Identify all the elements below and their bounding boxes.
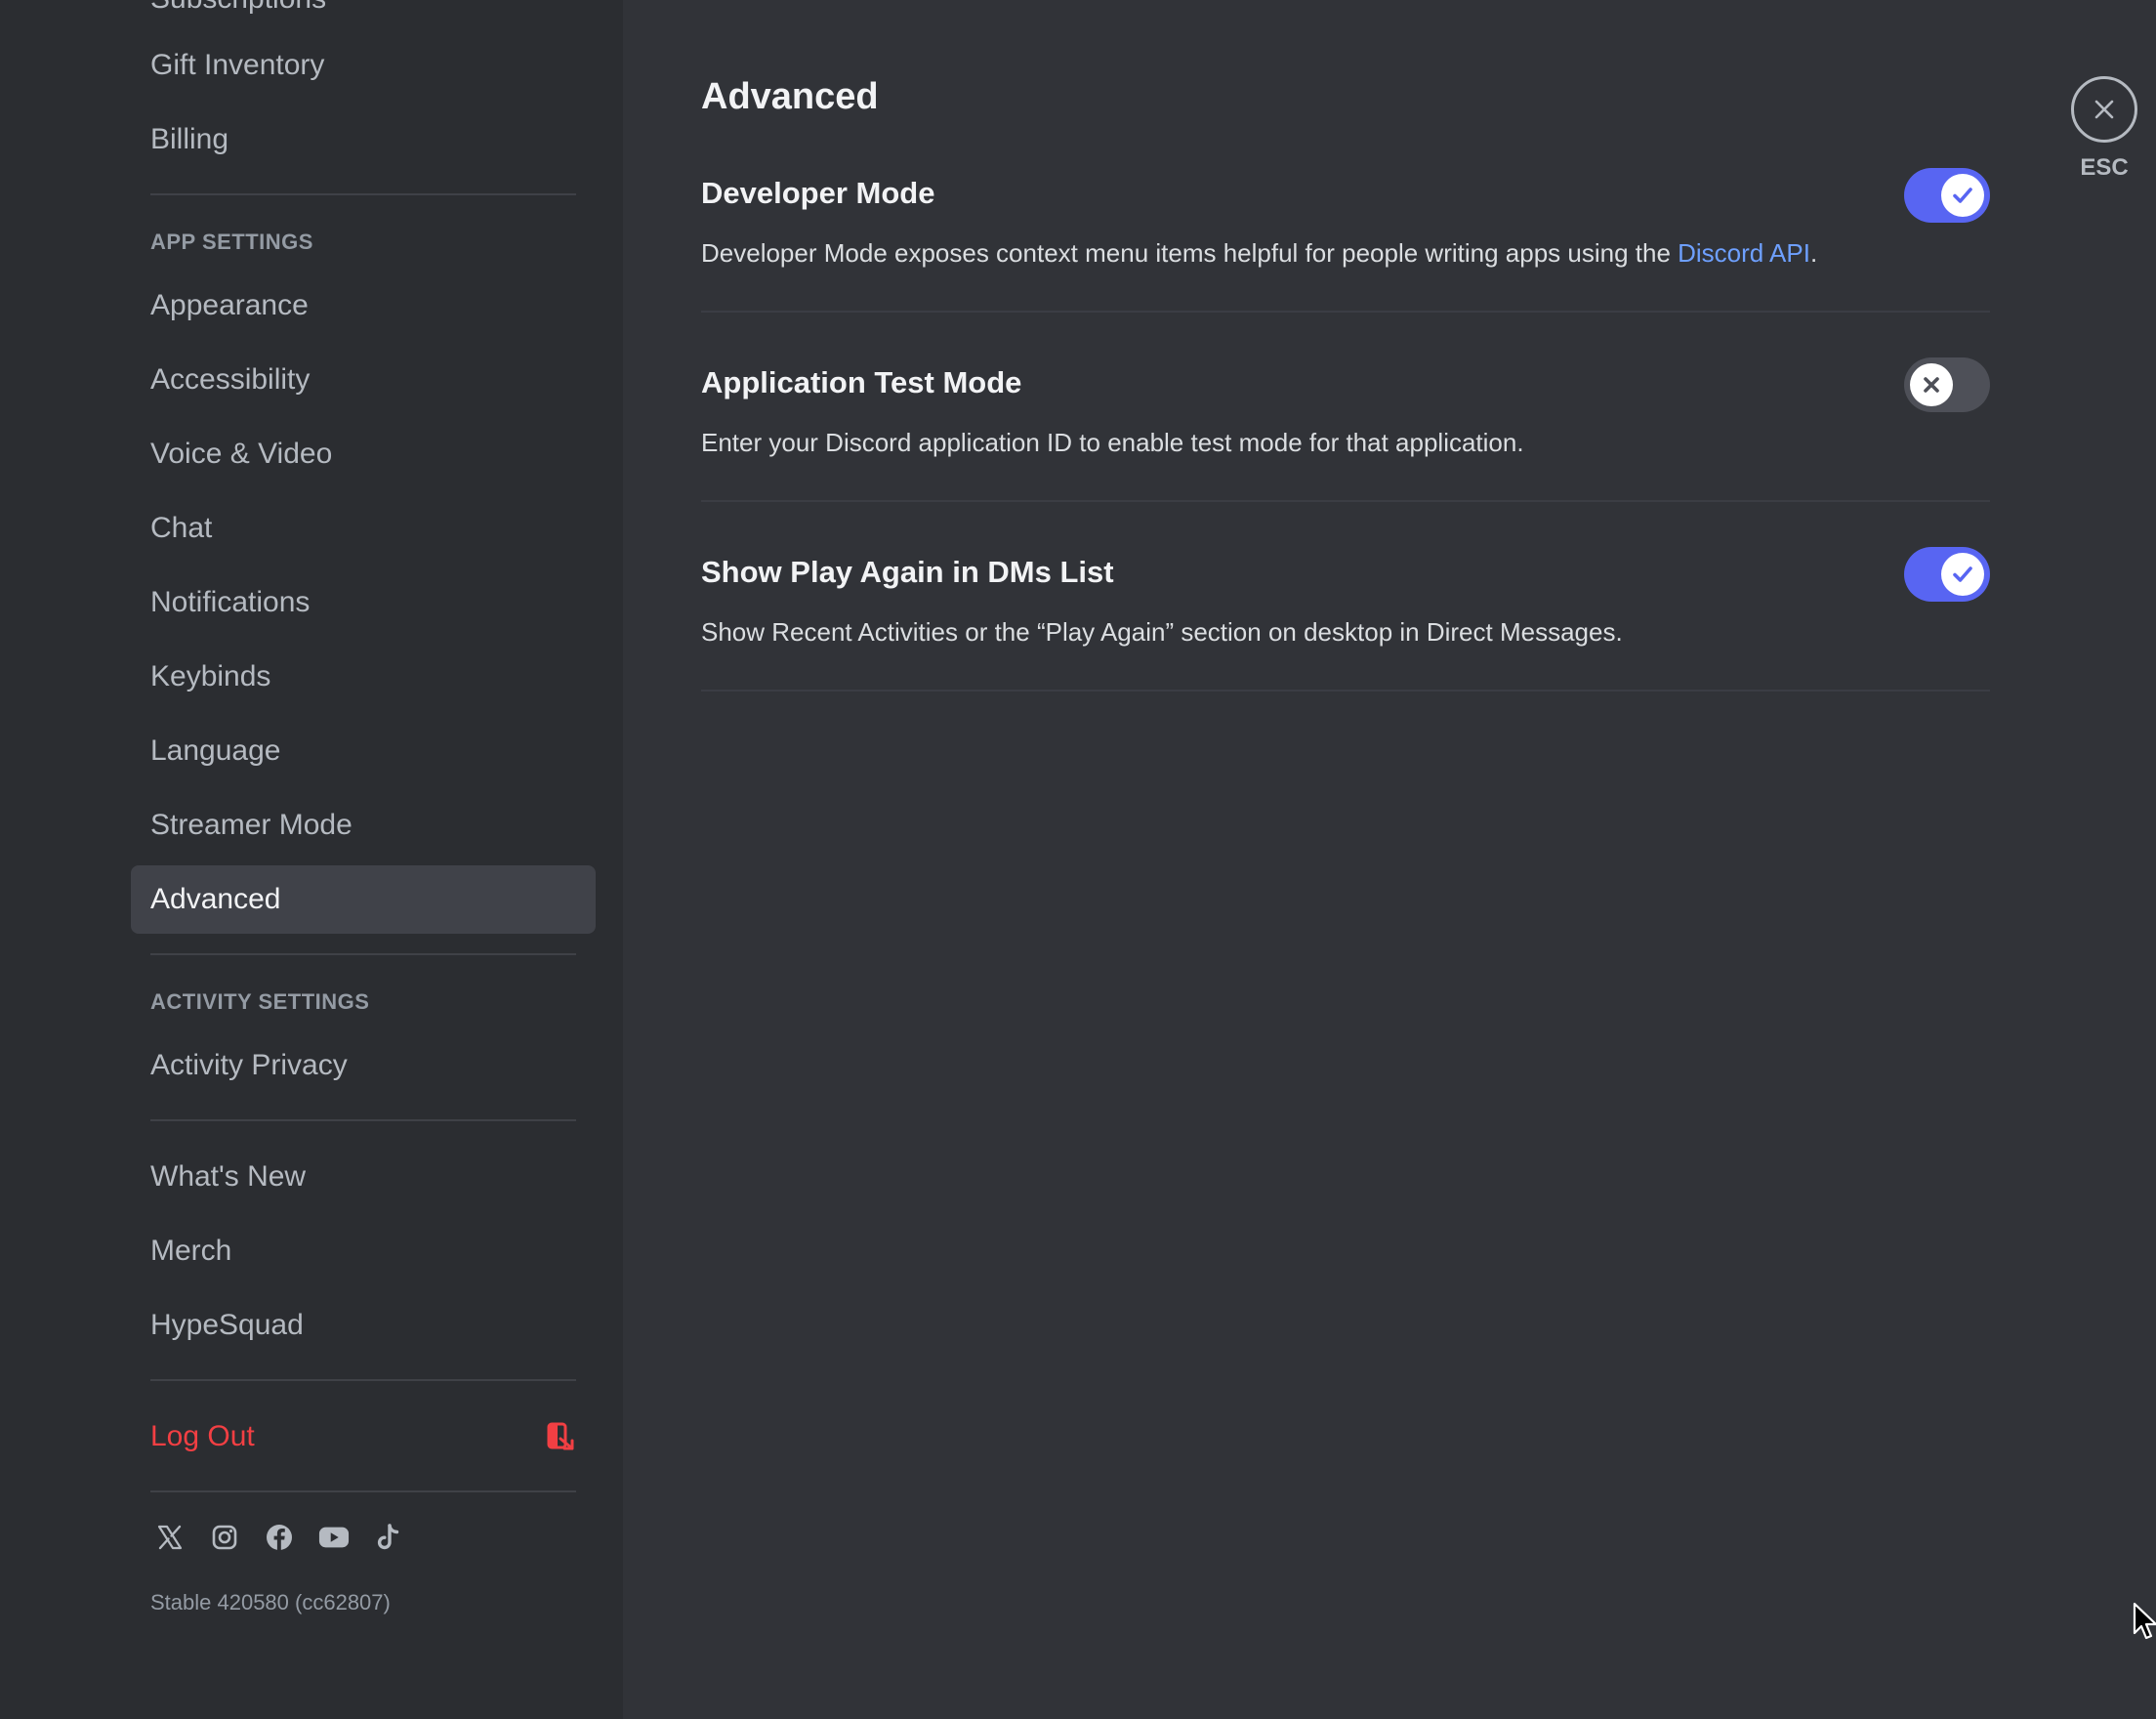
sidebar-item-notifications[interactable]: Notifications — [131, 568, 596, 637]
developer-mode-toggle[interactable] — [1904, 168, 1990, 223]
sidebar-item-streamer-mode[interactable]: Streamer Mode — [131, 791, 596, 860]
sidebar-divider — [150, 953, 576, 955]
check-icon — [1949, 182, 1976, 209]
setting-title: Developer Mode — [701, 176, 935, 210]
sidebar-divider — [150, 193, 576, 195]
logout-button[interactable]: Log Out — [131, 1403, 596, 1471]
check-icon — [1949, 561, 1976, 588]
sidebar-nav: Subscriptions Gift Inventory Billing APP… — [131, 0, 596, 1615]
setting-title: Application Test Mode — [701, 365, 1022, 399]
mouse-cursor-icon — [2133, 1602, 2156, 1643]
setting-application-test-mode: Application Test Mode Enter your Discord… — [701, 357, 1990, 502]
instagram-icon[interactable] — [209, 1522, 240, 1553]
sidebar-item-accessibility[interactable]: Accessibility — [131, 346, 596, 414]
sidebar-item-keybinds[interactable]: Keybinds — [131, 643, 596, 711]
setting-description-suffix: . — [1809, 238, 1818, 268]
sidebar-item-hypesquad[interactable]: HypeSquad — [131, 1291, 596, 1360]
youtube-icon[interactable] — [318, 1522, 350, 1553]
show-play-again-toggle[interactable] — [1904, 547, 1990, 602]
sidebar-divider — [150, 1379, 576, 1381]
facebook-icon[interactable] — [264, 1522, 295, 1553]
settings-sidebar[interactable]: Subscriptions Gift Inventory Billing APP… — [0, 0, 623, 1719]
sidebar-item-language[interactable]: Language — [131, 717, 596, 785]
settings-content: Advanced Developer Mode Developer Mode e… — [623, 0, 2156, 1719]
logout-icon — [545, 1421, 576, 1452]
setting-title: Show Play Again in DMs List — [701, 555, 1114, 589]
sidebar-item-whats-new[interactable]: What's New — [131, 1143, 596, 1211]
sidebar-item-voice-video[interactable]: Voice & Video — [131, 420, 596, 488]
x-mark-icon — [1919, 372, 1944, 398]
sidebar-header-app-settings: APP SETTINGS — [150, 230, 313, 254]
sidebar-divider — [150, 1119, 576, 1121]
tiktok-icon[interactable] — [373, 1522, 404, 1553]
setting-description: Developer Mode exposes context menu item… — [701, 238, 1817, 269]
toggle-knob — [1941, 553, 1984, 596]
esc-label: ESC — [2080, 154, 2129, 181]
setting-description: Show Recent Activities or the “Play Agai… — [701, 617, 1623, 647]
logout-label: Log Out — [150, 1420, 255, 1452]
page-title: Advanced — [701, 76, 879, 117]
sidebar-item-advanced[interactable]: Advanced — [131, 865, 596, 934]
sidebar-item-appearance[interactable]: Appearance — [131, 272, 596, 340]
sidebar-item-merch[interactable]: Merch — [131, 1217, 596, 1285]
setting-description: Enter your Discord application ID to ena… — [701, 428, 1524, 457]
sidebar-header-activity-settings: ACTIVITY SETTINGS — [150, 989, 370, 1014]
setting-description-text: Developer Mode exposes context menu item… — [701, 238, 1679, 268]
toggle-knob — [1910, 363, 1953, 406]
toggle-knob — [1941, 174, 1984, 217]
close-icon — [2092, 97, 2117, 122]
sidebar-item-label: Subscriptions — [150, 0, 326, 14]
sidebar-item-chat[interactable]: Chat — [131, 494, 596, 563]
sidebar-item-billing[interactable]: Billing — [131, 105, 596, 174]
sidebar-item-subscriptions[interactable]: Subscriptions — [131, 0, 596, 14]
application-test-mode-toggle[interactable] — [1904, 357, 1990, 412]
sidebar-divider — [150, 1490, 576, 1492]
sidebar-item-gift-inventory[interactable]: Gift Inventory — [131, 31, 596, 100]
close-button[interactable] — [2071, 76, 2137, 143]
close-settings: ESC — [2068, 76, 2140, 182]
client-version: Stable 420580 (cc62807) — [150, 1590, 391, 1614]
discord-api-link[interactable]: Discord API — [1678, 238, 1810, 268]
setting-developer-mode: Developer Mode Developer Mode exposes co… — [701, 168, 1990, 313]
x-icon[interactable] — [154, 1522, 186, 1553]
settings-window: Subscriptions Gift Inventory Billing APP… — [0, 0, 2156, 1719]
setting-show-play-again: Show Play Again in DMs List Show Recent … — [701, 547, 1990, 692]
social-links — [131, 1518, 596, 1557]
sidebar-item-activity-privacy[interactable]: Activity Privacy — [131, 1031, 596, 1100]
